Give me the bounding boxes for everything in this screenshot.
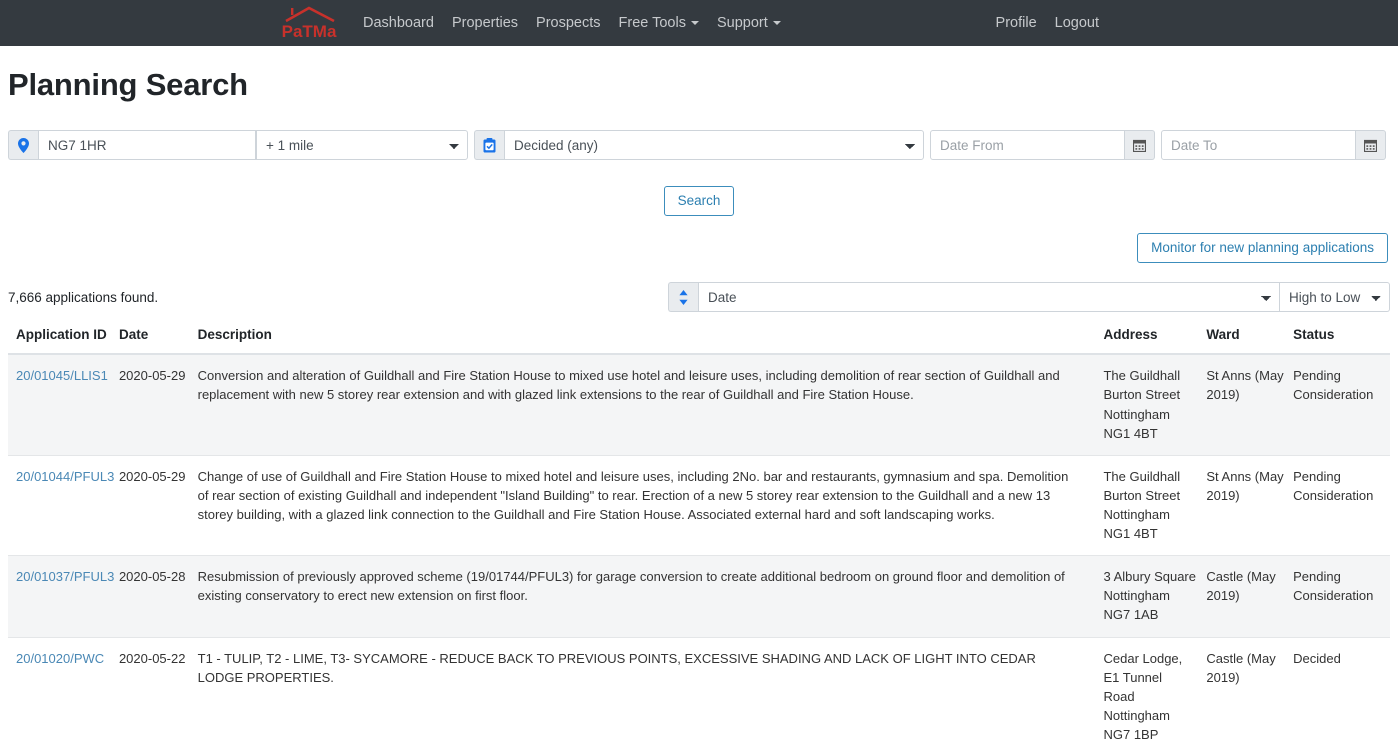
date-from-input[interactable] [930,130,1125,160]
date-to-input[interactable] [1161,130,1356,160]
monitor-button-container: Monitor for new planning applications [0,233,1398,264]
column-header-description: Description [197,327,1104,356]
search-button[interactable]: Search [663,186,735,217]
search-button-container: Search [0,186,1398,217]
cell-date: 2020-05-22 [118,637,198,756]
date-to-calendar-button[interactable] [1356,130,1386,160]
column-header-date: Date [118,327,198,356]
table-body: 20/01045/LLIS1 2020-05-29 Conversion and… [8,354,1390,756]
cell-application-id: 20/01044/PFUL3 [8,455,119,557]
application-id-link[interactable]: 20/01045/LLIS1 [16,368,108,383]
cell-ward: Castle (May 2019) [1206,637,1294,756]
cell-address: The Guildhall Burton Street Nottingham N… [1103,455,1207,557]
table-row: 20/01037/PFUL3 2020-05-28 Resubmission o… [8,555,1390,638]
cell-application-id: 20/01045/LLIS1 [8,354,119,456]
cell-description: T1 - TULIP, T2 - LIME, T3- SYCAMORE - RE… [197,637,1104,756]
results-table-container: Application ID Date Description Address … [0,327,1398,756]
calendar-icon [1133,139,1146,152]
nav-link-prospects[interactable]: Prospects [527,9,609,37]
cell-status: Decided [1293,637,1390,756]
nav-link-logout-label: Logout [1054,15,1099,31]
cell-status: Pending Consideration [1293,455,1390,557]
monitor-applications-button[interactable]: Monitor for new planning applications [1137,233,1388,264]
search-filters-bar: + 1 mile Decided (any) [0,130,1398,160]
nav-link-free-tools-label: Free Tools [618,15,686,31]
cell-description: Conversion and alteration of Guildhall a… [197,354,1104,456]
cell-address: The Guildhall Burton Street Nottingham N… [1103,354,1207,456]
page-title: Planning Search [8,67,248,102]
nav-link-dashboard-label: Dashboard [363,15,434,31]
nav-link-properties-label: Properties [451,15,519,31]
nav-link-free-tools[interactable]: Free Tools [610,9,708,37]
radius-select[interactable]: + 1 mile [256,130,468,160]
nav-link-prospects-label: Prospects [536,15,601,31]
patma-logo-text: PaTMa [282,22,337,41]
table-row: 20/01045/LLIS1 2020-05-29 Conversion and… [8,354,1390,456]
cell-description: Change of use of Guildhall and Fire Stat… [197,455,1104,557]
cell-application-id: 20/01020/PWC [8,637,119,756]
results-count-label: 7,666 applications found. [8,289,159,305]
table-row: 20/01020/PWC 2020-05-22 T1 - TULIP, T2 -… [8,637,1390,756]
map-pin-icon [18,137,29,153]
nav-link-support-label: Support [716,15,768,31]
navbar-center-group: PaTMa Dashboard Properties Prospects Fre… [280,3,790,43]
cell-status: Pending Consideration [1293,354,1390,456]
table-row: 20/01044/PFUL3 2020-05-29 Change of use … [8,455,1390,557]
cell-description: Resubmission of previously approved sche… [197,555,1104,638]
nav-link-properties[interactable]: Properties [443,9,527,37]
date-from-calendar-button[interactable] [1125,130,1155,160]
cell-status: Pending Consideration [1293,555,1390,638]
column-header-status: Status [1293,327,1390,356]
sort-updown-icon [679,289,688,305]
nav-link-profile[interactable]: Profile [987,9,1046,37]
cell-ward: St Anns (May 2019) [1206,455,1294,557]
clipboard-check-icon [483,137,496,152]
navbar-right-group: Profile Logout [987,9,1108,37]
table-header: Application ID Date Description Address … [8,327,1390,356]
calendar-icon [1364,139,1377,152]
location-addon [8,130,38,160]
cell-address: Cedar Lodge, E1 Tunnel Road Nottingham N… [1103,637,1207,756]
patma-logo-icon: PaTMa [282,6,337,41]
cell-date: 2020-05-29 [118,354,198,456]
application-id-link[interactable]: 20/01020/PWC [16,651,104,666]
sort-addon [668,282,698,313]
status-addon [474,130,504,160]
status-select[interactable]: Decided (any) [504,130,924,160]
sort-field-select[interactable]: Date [698,282,1280,313]
column-header-address: Address [1103,327,1207,356]
cell-ward: Castle (May 2019) [1206,555,1294,638]
cell-date: 2020-05-29 [118,455,198,557]
date-to-group [1161,130,1386,160]
column-header-ward: Ward [1206,327,1294,356]
results-toolbar: 7,666 applications found. Date High to L… [0,282,1398,313]
top-navbar: PaTMa Dashboard Properties Prospects Fre… [0,0,1398,46]
patma-logo[interactable]: PaTMa [280,3,340,43]
application-id-link[interactable]: 20/01037/PFUL3 [16,569,114,584]
sort-controls-group: Date High to Low [668,282,1390,313]
postcode-input[interactable] [38,130,256,160]
nav-link-logout[interactable]: Logout [1046,9,1108,37]
cell-ward: St Anns (May 2019) [1206,354,1294,456]
application-id-link[interactable]: 20/01044/PFUL3 [16,469,114,484]
table-header-row: Application ID Date Description Address … [8,327,1390,356]
planning-applications-table: Application ID Date Description Address … [8,327,1390,756]
cell-application-id: 20/01037/PFUL3 [8,555,119,638]
chevron-down-icon [690,21,699,25]
nav-link-support[interactable]: Support [708,9,790,37]
chevron-down-icon [772,21,781,25]
nav-link-dashboard[interactable]: Dashboard [354,9,443,37]
cell-date: 2020-05-28 [118,555,198,638]
nav-link-profile-label: Profile [995,15,1037,31]
cell-address: 3 Albury Square Nottingham NG7 1AB [1103,555,1207,638]
column-header-application-id: Application ID [8,327,119,356]
sort-direction-select[interactable]: High to Low [1280,282,1390,313]
date-from-group [930,130,1155,160]
